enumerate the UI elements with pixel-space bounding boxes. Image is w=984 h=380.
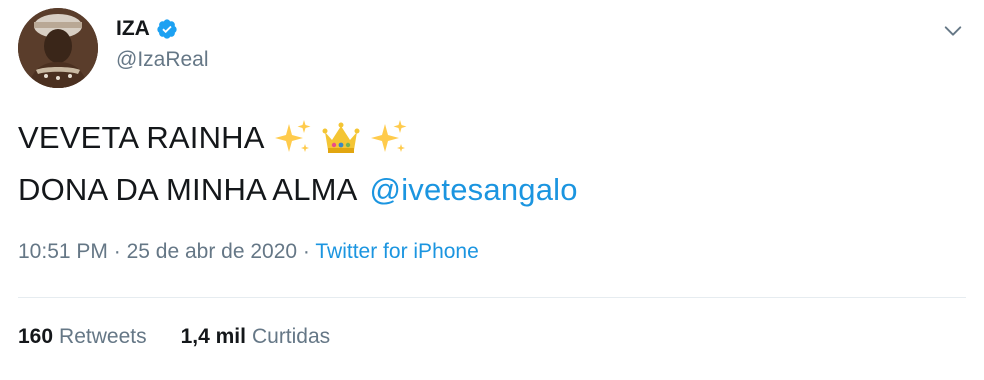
tweet-stats: 160 Retweets 1,4 mil Curtidas bbox=[18, 325, 330, 349]
divider bbox=[18, 297, 966, 298]
tweet-time[interactable]: 10:51 PM bbox=[18, 240, 108, 263]
author-handle[interactable]: @IzaReal bbox=[116, 48, 209, 72]
avatar[interactable] bbox=[18, 8, 98, 88]
sparkles-icon bbox=[370, 120, 407, 152]
likes-stat[interactable]: 1,4 mil Curtidas bbox=[181, 325, 331, 349]
likes-label: Curtidas bbox=[251, 325, 331, 348]
retweets-count: 160 bbox=[18, 325, 54, 348]
sparkles-icon bbox=[274, 120, 311, 152]
mention-link[interactable]: @ivetesangalo bbox=[370, 164, 578, 216]
crown-icon bbox=[322, 122, 360, 153]
likes-count: 1,4 mil bbox=[180, 325, 246, 348]
tweet-line-1-text: VEVETA RAINHA bbox=[18, 120, 265, 155]
meta-separator: · bbox=[113, 240, 121, 263]
retweets-label: Retweets bbox=[59, 325, 147, 348]
meta-separator: · bbox=[302, 240, 310, 263]
tweet-meta: 10:51 PM · 25 de abr de 2020 · Twitter f… bbox=[18, 240, 479, 264]
tweet-text: VEVETA RAINHA DONA DA MINHA ALMA @ivetes… bbox=[18, 112, 578, 216]
tweet-date[interactable]: 25 de abr de 2020 bbox=[127, 240, 297, 263]
tweet-line-1: VEVETA RAINHA bbox=[18, 112, 578, 164]
tweet-line-2: DONA DA MINHA ALMA @ivetesangalo bbox=[18, 164, 578, 216]
avatar-image bbox=[18, 8, 98, 88]
author-info: IZA @IzaReal bbox=[116, 14, 209, 72]
chevron-down-icon[interactable] bbox=[942, 20, 964, 42]
tweet-source-link[interactable]: Twitter for iPhone bbox=[315, 240, 478, 263]
verified-badge-icon bbox=[157, 19, 177, 39]
name-row: IZA bbox=[116, 14, 209, 44]
tweet-card: IZA @IzaReal VEVETA RAINHA DONA DA MINHA… bbox=[0, 0, 984, 380]
author-name[interactable]: IZA bbox=[116, 17, 150, 41]
retweets-stat[interactable]: 160 Retweets bbox=[18, 325, 147, 349]
tweet-line-2-text: DONA DA MINHA ALMA bbox=[18, 172, 358, 207]
